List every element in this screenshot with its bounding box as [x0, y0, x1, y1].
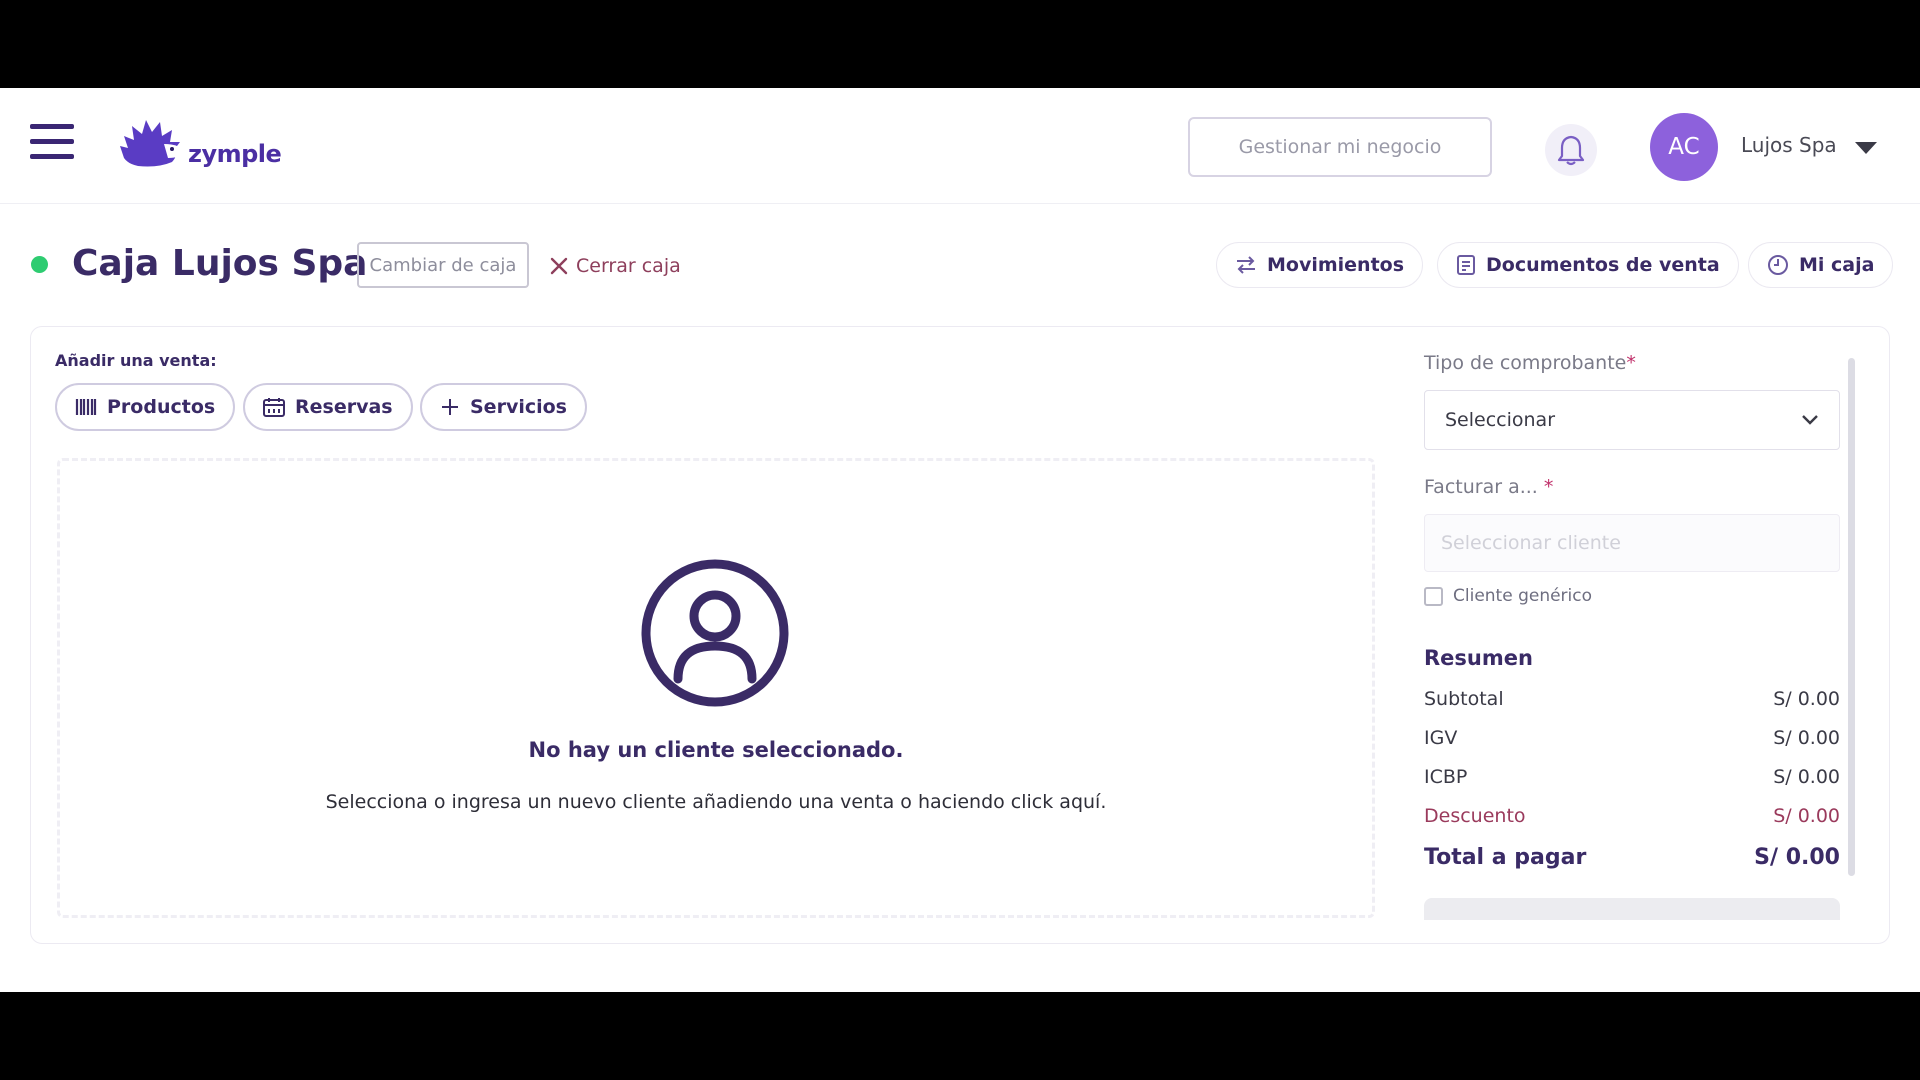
- barcode-icon: [75, 399, 97, 415]
- notifications-button[interactable]: [1545, 124, 1597, 176]
- reservations-label: Reservas: [295, 396, 393, 418]
- sales-documents-label: Documentos de venta: [1486, 254, 1720, 276]
- logo-text: zymple: [188, 140, 282, 168]
- document-icon: [1457, 255, 1475, 275]
- hedgehog-icon: [120, 120, 184, 167]
- products-label: Productos: [107, 396, 216, 418]
- logo[interactable]: zymple: [118, 116, 282, 176]
- voucher-type-value: Seleccionar: [1445, 409, 1556, 431]
- bell-icon: [1557, 135, 1585, 166]
- required-mark: *: [1626, 352, 1636, 374]
- menu-icon[interactable]: [30, 124, 74, 160]
- clock-icon: [1768, 255, 1788, 275]
- required-mark: *: [1543, 476, 1554, 498]
- user-circle-icon[interactable]: [640, 558, 790, 708]
- no-client-title: No hay un cliente seleccionado.: [528, 738, 904, 762]
- close-box-button[interactable]: Cerrar caja: [550, 252, 681, 280]
- reservations-button[interactable]: Reservas: [243, 383, 413, 431]
- panel-scrollbar[interactable]: [1848, 358, 1855, 876]
- change-box-button[interactable]: Cambiar de caja: [357, 242, 529, 288]
- generic-client-option[interactable]: Cliente genérico: [1424, 586, 1592, 606]
- generic-client-label: Cliente genérico: [1453, 586, 1593, 606]
- close-box-label: Cerrar caja: [576, 255, 681, 277]
- user-name[interactable]: Lujos Spa: [1741, 133, 1837, 157]
- close-icon: [550, 257, 568, 275]
- pay-button-partial[interactable]: [1424, 898, 1840, 920]
- products-button[interactable]: Productos: [55, 383, 236, 431]
- sales-documents-button[interactable]: Documentos de venta: [1437, 242, 1739, 288]
- services-button[interactable]: Servicios: [420, 383, 587, 431]
- summary-title: Resumen: [1424, 646, 1533, 670]
- status-indicator: [31, 256, 48, 273]
- movements-button[interactable]: Movimientos: [1216, 242, 1424, 288]
- avatar[interactable]: AC: [1650, 113, 1718, 181]
- plus-icon: [442, 399, 458, 415]
- app-screen: zymple Gestionar mi negocio AC Lujos Spa…: [0, 88, 1920, 992]
- add-sale-label: Añadir una venta:: [55, 351, 217, 370]
- summary-row-igv: IGV S/ 0.00: [1424, 727, 1840, 749]
- summary-row-discount: Descuento S/ 0.00: [1424, 805, 1840, 827]
- summary-row-total: Total a pagar S/ 0.00: [1424, 845, 1840, 870]
- my-box-label: Mi caja: [1799, 254, 1875, 276]
- bill-to-label: Facturar a... *: [1424, 476, 1554, 498]
- top-header: zymple Gestionar mi negocio AC Lujos Spa: [0, 88, 1920, 204]
- calendar-icon: [263, 398, 285, 417]
- voucher-type-select[interactable]: Seleccionar: [1424, 390, 1840, 450]
- voucher-type-label: Tipo de comprobante*: [1424, 352, 1636, 374]
- summary-row-subtotal: Subtotal S/ 0.00: [1424, 688, 1840, 710]
- no-client-hint[interactable]: Selecciona o ingresa un nuevo cliente añ…: [0, 791, 1432, 813]
- caret-down-icon[interactable]: [1855, 142, 1877, 154]
- swap-arrows-icon: [1237, 256, 1255, 274]
- generic-client-checkbox[interactable]: [1424, 586, 1443, 606]
- chevron-down-icon: [1802, 415, 1818, 425]
- page-title: Caja Lujos Spa: [72, 243, 368, 284]
- manage-business-button[interactable]: Gestionar mi negocio: [1188, 117, 1492, 177]
- summary-row-icbp: ICBP S/ 0.00: [1424, 766, 1840, 788]
- client-search-input[interactable]: [1424, 514, 1840, 572]
- services-label: Servicios: [470, 396, 567, 418]
- my-box-button[interactable]: Mi caja: [1748, 242, 1894, 288]
- movements-label: Movimientos: [1267, 254, 1405, 276]
